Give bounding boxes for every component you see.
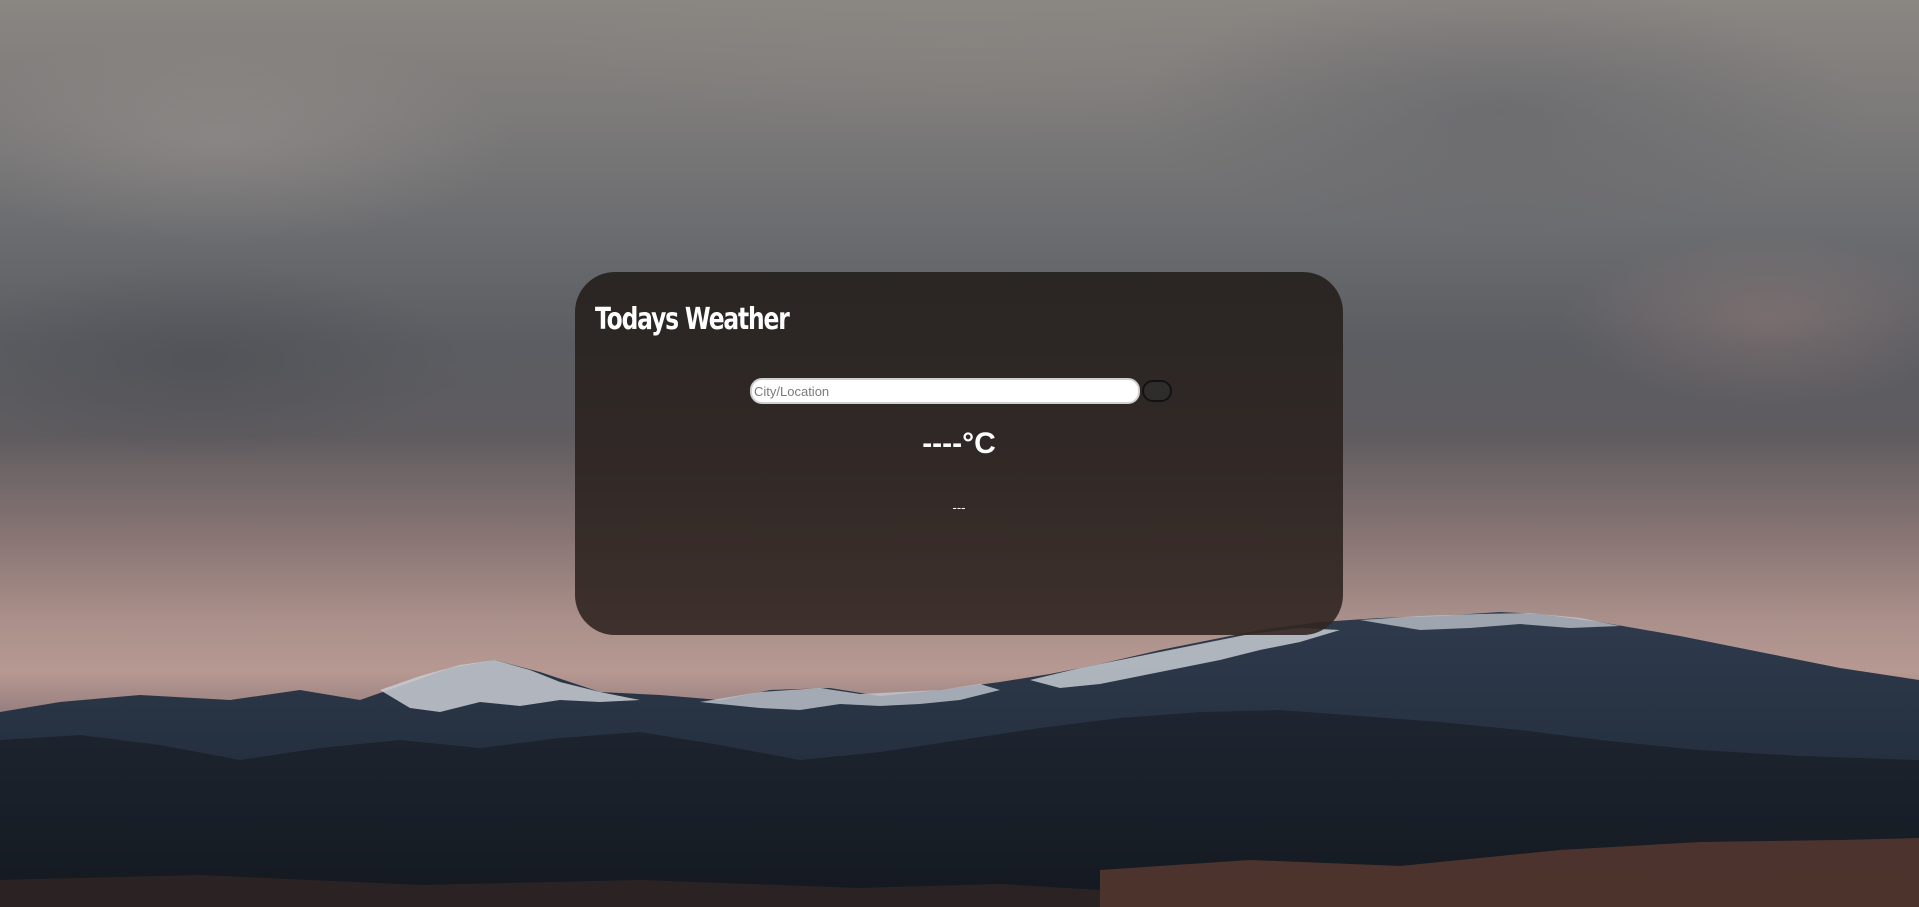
search-bar bbox=[750, 377, 1172, 405]
city-location-input[interactable] bbox=[750, 378, 1140, 404]
card-title: Todays Weather bbox=[595, 302, 790, 337]
search-button[interactable] bbox=[1142, 380, 1172, 402]
weather-description: --- bbox=[952, 500, 966, 515]
weather-card: Todays Weather ----°C --- bbox=[575, 272, 1343, 635]
temperature-readout: ----°C bbox=[922, 427, 996, 460]
